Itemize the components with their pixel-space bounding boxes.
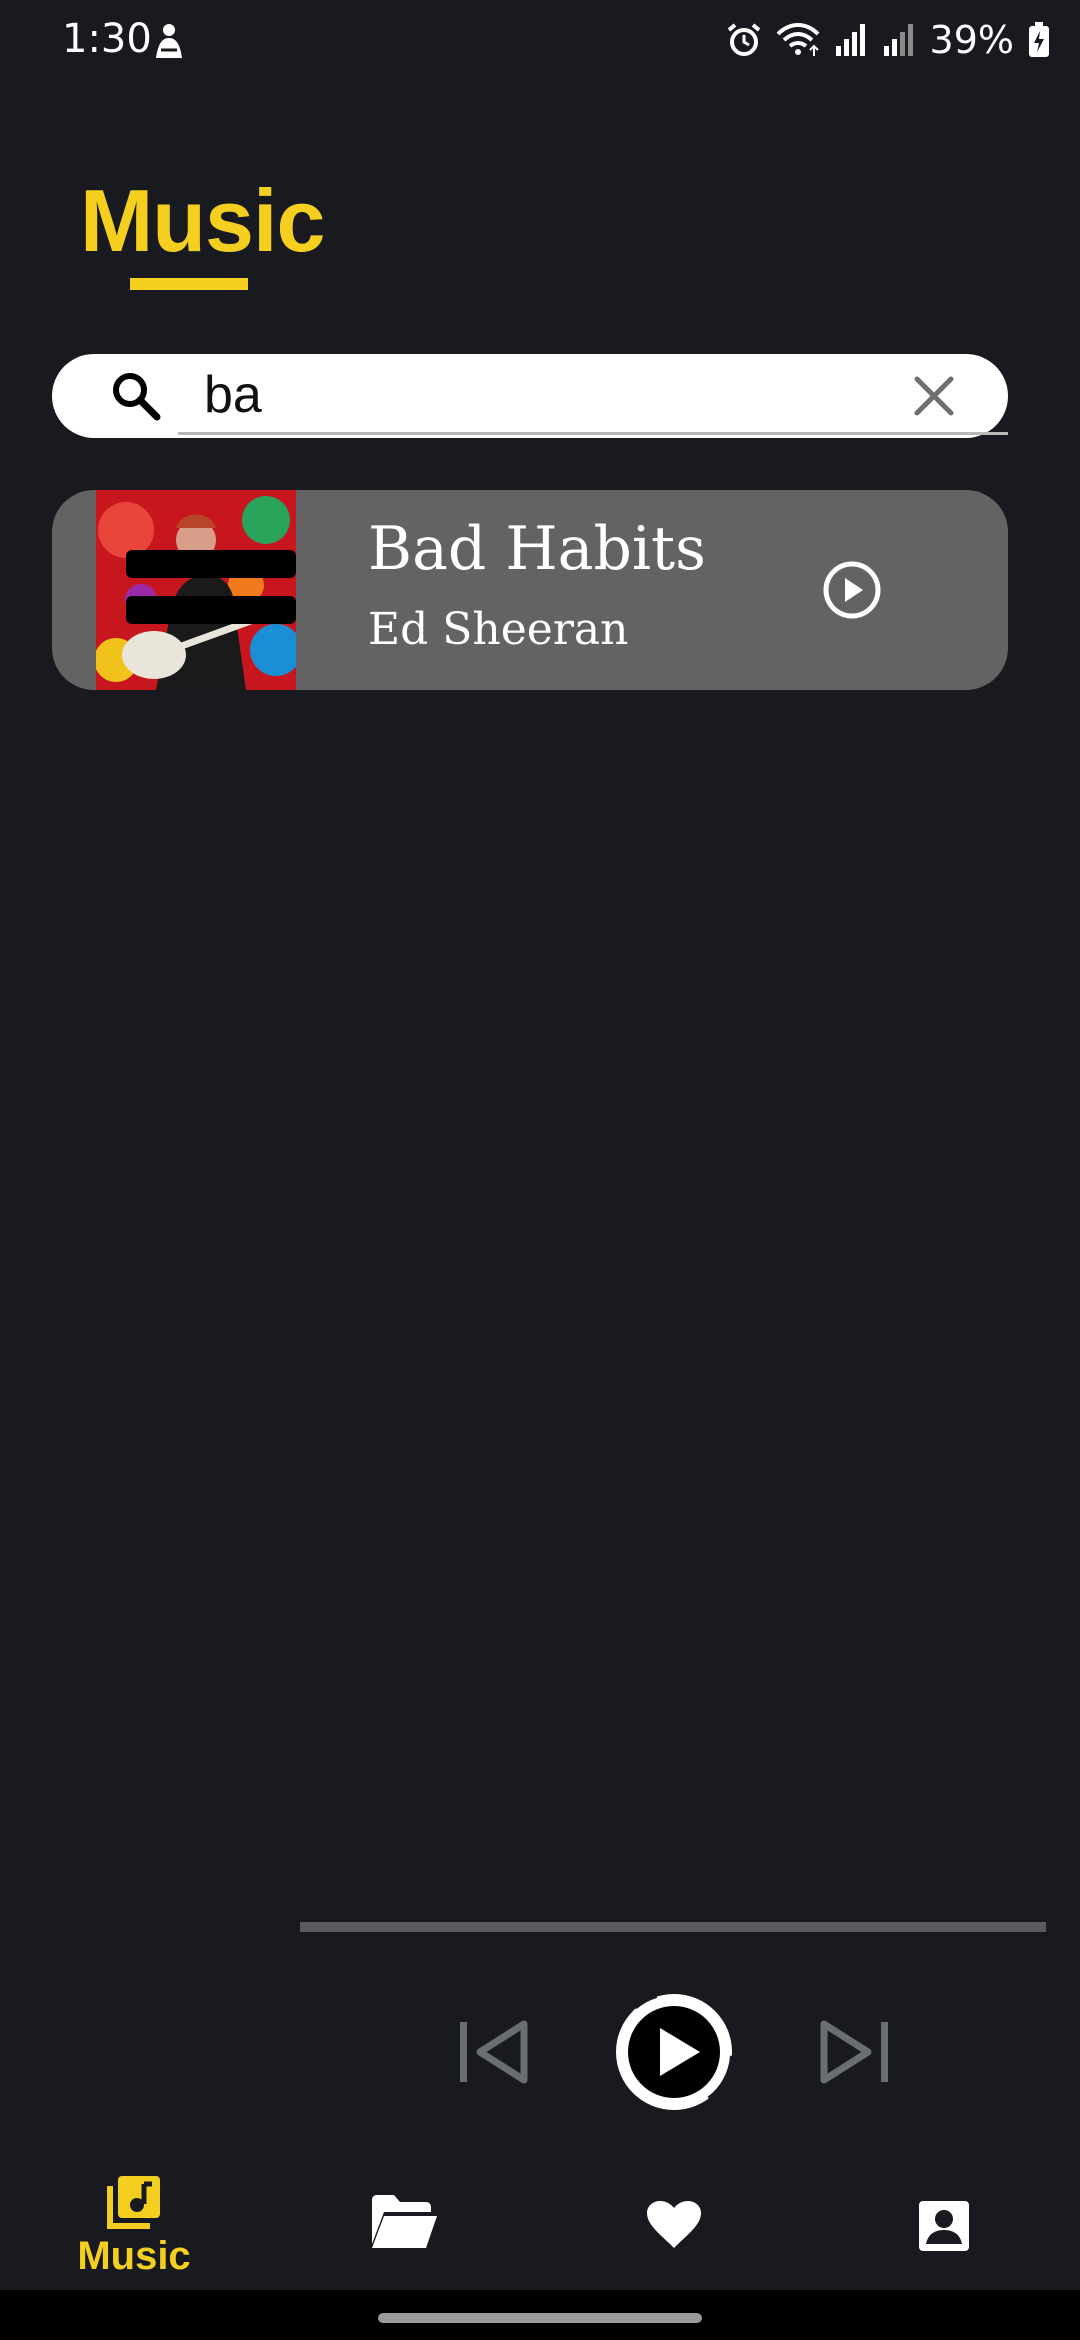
search-icon [113,373,161,421]
bottom-navigation: Music [0,2150,1080,2290]
status-icons: 39% [726,16,1050,64]
playback-progress-bar[interactable] [300,1922,1046,1932]
status-time: 1:30 [62,16,152,62]
nav-item-favorites[interactable] [574,2150,774,2290]
wifi-icon [776,23,819,56]
music-library-icon [107,2176,160,2229]
song-artist: Ed Sheeran [368,604,629,655]
play-icon[interactable] [610,1988,738,2116]
search-bar[interactable] [52,354,1008,438]
nav-item-music[interactable]: Music [34,2150,234,2290]
battery-percentage: 39% [929,18,1014,62]
page-title: Music [80,171,325,270]
song-title: Bad Habits [368,514,706,584]
search-input[interactable] [180,360,934,430]
album-art [96,490,296,690]
nav-label-music: Music [77,2234,191,2278]
gesture-navigation-area [0,2290,1080,2340]
heart-icon [647,2201,701,2248]
skip-next-icon[interactable] [816,2016,892,2088]
song-list-item[interactable]: Bad Habits Ed Sheeran [52,490,1008,690]
battery-charging-icon [1029,22,1049,57]
account-box-icon [919,2201,969,2251]
home-gesture-pill[interactable] [378,2313,702,2323]
nav-item-profile[interactable] [844,2150,1044,2290]
status-bar: 1:30 39% [0,0,1080,80]
folder-open-icon [372,2195,437,2248]
signal-icon [835,24,865,56]
nav-item-folders[interactable] [304,2150,504,2290]
close-icon[interactable] [912,374,956,418]
music-screen: 1:30 39% Music ba Bad Habits Ed Sheeran … [0,0,1080,2340]
skip-previous-icon[interactable] [456,2016,532,2088]
person-notification-icon [156,24,182,58]
signal-icon [883,24,913,56]
play-circle-icon[interactable] [810,548,894,632]
search-input-underline [178,432,1008,435]
title-underline [130,278,248,290]
alarm-icon [727,23,760,56]
